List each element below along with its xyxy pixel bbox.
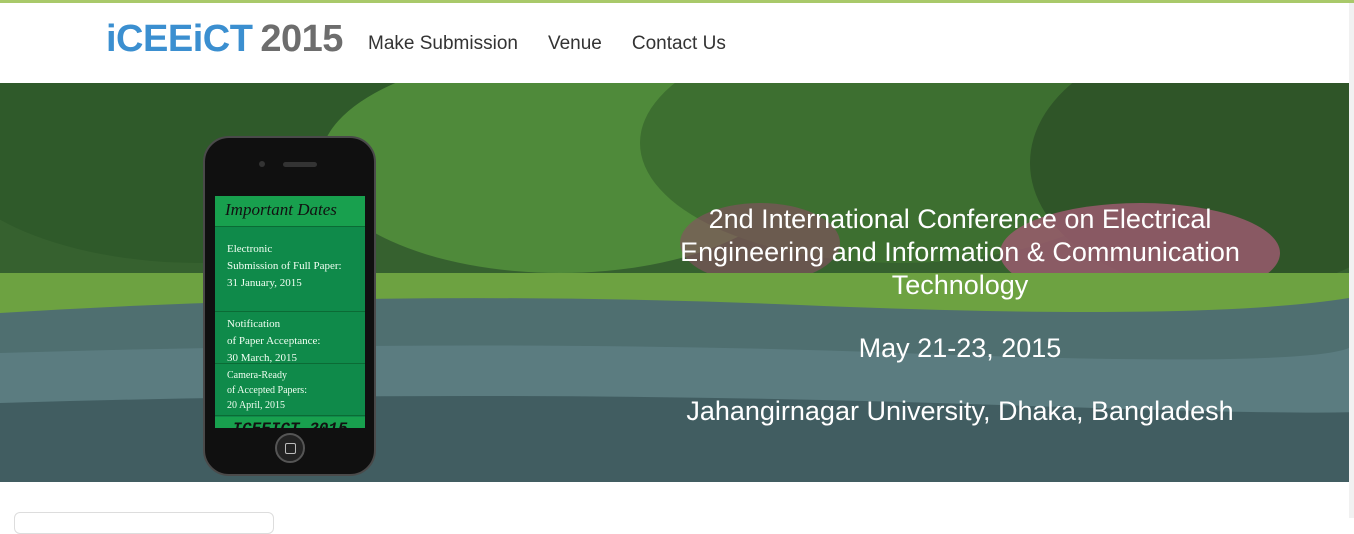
content-card-edge — [14, 512, 274, 534]
phone-speaker — [283, 162, 317, 167]
nav-contact-us[interactable]: Contact Us — [632, 33, 726, 55]
conference-location: Jahangirnagar University, Dhaka, Banglad… — [686, 396, 1234, 426]
phone-screen-footer: ICEEICT 2015 — [215, 417, 365, 428]
main-nav: Make Submission Venue Contact Us — [368, 33, 726, 55]
conference-date: May 21-23, 2015 — [858, 333, 1062, 363]
date-block-camera-ready: Camera-Ready of Accepted Papers: 20 Apri… — [215, 364, 365, 416]
phone-home-button — [275, 433, 305, 463]
header-navbar: iCEEiCT 2015 Make Submission Venue Contac… — [0, 3, 1349, 84]
date-block-submission: Electronic Submission of Full Paper: 31 … — [215, 227, 365, 312]
logo-text-year: 2015 — [260, 18, 343, 60]
hero-banner: Important Dates Electronic Submission of… — [0, 83, 1349, 482]
important-dates-header: Important Dates — [215, 196, 365, 227]
logo-text-primary: iCEEiCT — [106, 18, 253, 60]
site-logo[interactable]: iCEEiCT 2015 — [106, 17, 343, 61]
nav-make-submission[interactable]: Make Submission — [368, 33, 518, 55]
page-scrollbar[interactable] — [1349, 3, 1354, 518]
phone-illustration: Important Dates Electronic Submission of… — [203, 136, 376, 476]
hero-text: 2nd International Conference on Electric… — [668, 203, 1252, 428]
phone-screen: Important Dates Electronic Submission of… — [215, 196, 365, 428]
nav-venue[interactable]: Venue — [548, 33, 602, 55]
phone-sensor — [259, 161, 265, 167]
date-block-notification: Notification of Paper Acceptance: 30 Mar… — [215, 312, 365, 364]
conference-title: 2nd International Conference on Electric… — [680, 204, 1240, 300]
